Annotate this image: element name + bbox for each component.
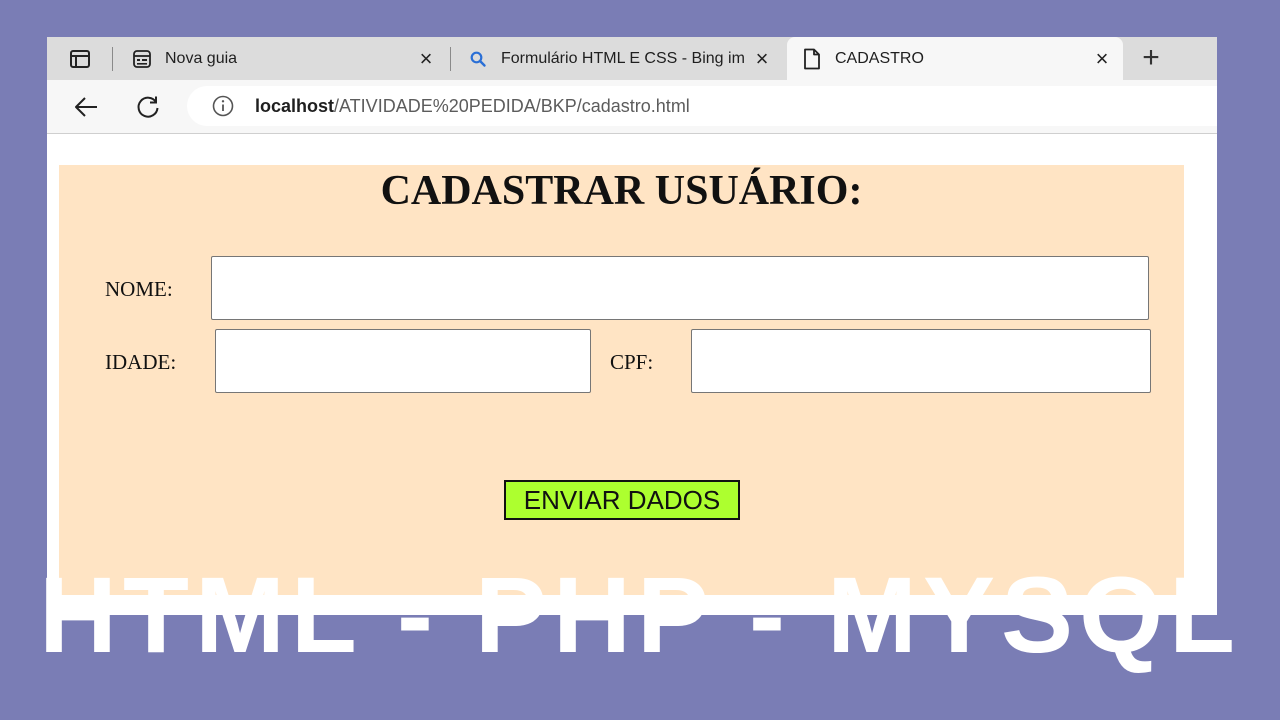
tab-separator bbox=[450, 47, 451, 71]
arrow-left-icon bbox=[75, 97, 97, 117]
tab-cadastro[interactable]: CADASTRO × bbox=[787, 37, 1123, 80]
close-icon[interactable]: × bbox=[1089, 46, 1115, 72]
tab-bing-search[interactable]: Formulário HTML E CSS - Bing im × bbox=[453, 37, 783, 80]
cpf-label: CPF: bbox=[610, 350, 654, 374]
back-button[interactable] bbox=[69, 90, 103, 124]
tab-label: Formulário HTML E CSS - Bing im bbox=[501, 49, 745, 67]
page-title: CADASTRAR USUÁRIO: bbox=[380, 168, 863, 214]
url-host: localhost bbox=[255, 95, 335, 116]
refresh-icon bbox=[137, 96, 159, 118]
nome-label: NOME: bbox=[105, 277, 173, 301]
document-icon bbox=[801, 48, 823, 70]
url-path: /ATIVIDADE%20PEDIDA/BKP/cadastro.html bbox=[334, 95, 690, 116]
idade-label: IDADE: bbox=[105, 350, 177, 374]
form-panel: CADASTRAR USUÁRIO: NOME: IDADE: CPF: ENV… bbox=[59, 165, 1184, 595]
search-icon bbox=[467, 48, 489, 70]
close-icon[interactable]: × bbox=[749, 46, 775, 72]
address-bar[interactable]: localhost/ATIVIDADE%20PEDIDA/BKP/cadastr… bbox=[187, 86, 1217, 126]
reload-button[interactable] bbox=[131, 90, 165, 124]
idade-input[interactable] bbox=[215, 329, 591, 393]
nome-input[interactable] bbox=[211, 256, 1149, 320]
tab-actions-button[interactable] bbox=[57, 43, 103, 75]
info-icon[interactable] bbox=[211, 94, 235, 118]
tab-label: CADASTRO bbox=[835, 49, 924, 67]
new-tab-page-icon bbox=[131, 48, 153, 70]
url-text[interactable]: localhost/ATIVIDADE%20PEDIDA/BKP/cadastr… bbox=[255, 96, 690, 117]
browser-toolbar: localhost/ATIVIDADE%20PEDIDA/BKP/cadastr… bbox=[47, 80, 1217, 134]
page-content: CADASTRAR USUÁRIO: NOME: IDADE: CPF: ENV… bbox=[47, 135, 1217, 615]
tab-separator bbox=[112, 47, 113, 71]
tab-strip: Nova guia × Formulário HTML E CSS - Bing… bbox=[47, 37, 1217, 80]
tab-label: Nova guia bbox=[165, 49, 238, 67]
close-icon[interactable]: × bbox=[413, 46, 439, 72]
tab-nova-guia[interactable]: Nova guia × bbox=[117, 37, 447, 80]
enviar-dados-button[interactable]: ENVIAR DADOS bbox=[504, 480, 740, 520]
new-tab-button[interactable]: + bbox=[1135, 43, 1167, 75]
tab-actions-icon bbox=[70, 50, 90, 68]
overlay-caption: HTML - PHP - MYSQL bbox=[38, 554, 1242, 675]
plus-icon: + bbox=[1142, 41, 1160, 74]
browser-window: Nova guia × Formulário HTML E CSS - Bing… bbox=[47, 37, 1217, 615]
cpf-input[interactable] bbox=[691, 329, 1151, 393]
